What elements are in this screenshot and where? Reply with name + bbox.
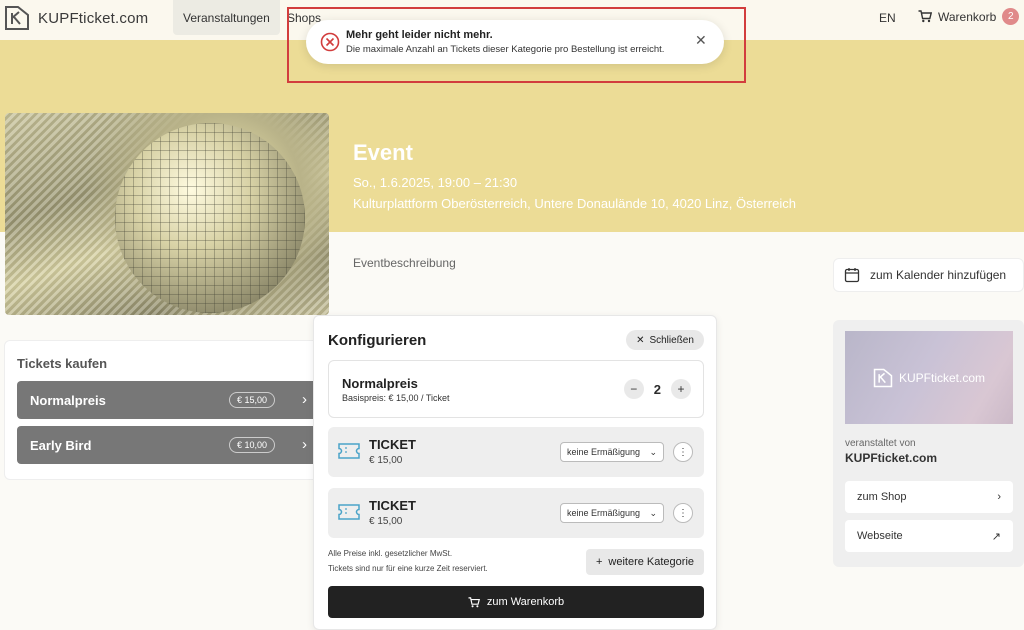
- add-to-calendar-button[interactable]: zum Kalender hinzufügen: [833, 258, 1024, 292]
- cart-count-badge: 2: [1002, 8, 1020, 25]
- language-switch[interactable]: EN: [879, 11, 896, 25]
- discount-select-value: keine Ermäßigung: [567, 447, 641, 457]
- buy-tickets-card: Tickets kaufen Normalpreis € 15,00 › Ear…: [4, 340, 322, 480]
- add-to-calendar-label: zum Kalender hinzufügen: [870, 268, 1007, 282]
- brand-name: KUPFticket.com: [38, 9, 149, 27]
- selected-category-box: Normalpreis Basispreis: € 15,00 / Ticket…: [328, 360, 704, 418]
- close-icon: ✕: [636, 334, 645, 346]
- ticket-price: € 15,00: [369, 455, 403, 466]
- kupf-logo-icon: [5, 6, 29, 30]
- website-link[interactable]: Webseite ↗: [845, 520, 1013, 552]
- add-category-label: weitere Kategorie: [608, 556, 695, 568]
- organizer-name: KUPFticket.com: [845, 451, 938, 465]
- quantity-stepper: − 2 +: [623, 379, 691, 399]
- organizer-image-brand: KUPFticket.com: [898, 370, 985, 385]
- event-date: So., 1.6.2025, 19:00 – 21:30: [353, 175, 518, 190]
- chevron-down-icon: ⌄: [649, 507, 657, 518]
- kupf-logo-icon: [873, 368, 893, 387]
- cart-button[interactable]: Warenkorb 2: [918, 8, 1020, 25]
- ticket-icon: [338, 443, 360, 459]
- organizer-image: KUPFticket.com: [845, 331, 1013, 424]
- ticket-category-price: € 15,00: [228, 392, 275, 408]
- ticket-name: TICKET: [369, 437, 416, 452]
- nav-tab-veranstaltungen[interactable]: Veranstaltungen: [173, 0, 280, 35]
- reservation-note: Tickets sind nur für eine kurze Zeit res…: [328, 564, 488, 573]
- add-category-button[interactable]: + weitere Kategorie: [586, 549, 704, 575]
- chevron-right-icon: ›: [302, 391, 307, 408]
- ticket-item: TICKET € 15,00 keine Ermäßigung ⌄ ⋮: [328, 488, 704, 538]
- tax-note: Alle Preise inkl. gesetzlicher MwSt.: [328, 549, 453, 558]
- discount-select[interactable]: keine Ermäßigung ⌄: [560, 503, 664, 523]
- close-panel-button[interactable]: ✕ Schließen: [626, 330, 704, 350]
- shop-link-label: zum Shop: [857, 491, 907, 503]
- quantity-value: 2: [653, 381, 661, 397]
- chevron-down-icon: ⌄: [649, 446, 657, 457]
- plus-icon: +: [595, 556, 603, 568]
- discount-select[interactable]: keine Ermäßigung ⌄: [560, 442, 664, 462]
- ticket-item: TICKET € 15,00 keine Ermäßigung ⌄ ⋮: [328, 427, 704, 477]
- close-label: Schließen: [649, 334, 694, 346]
- buy-tickets-title: Tickets kaufen: [17, 356, 108, 371]
- chevron-right-icon: ›: [997, 491, 1001, 503]
- ticket-category-name: Early Bird: [30, 437, 92, 453]
- brand-logo[interactable]: KUPFticket.com: [4, 5, 148, 31]
- configure-panel: Konfigurieren ✕ Schließen Normalpreis Ba…: [313, 315, 717, 630]
- more-options-button[interactable]: ⋮: [673, 442, 693, 462]
- to-cart-button[interactable]: zum Warenkorb: [328, 586, 704, 618]
- cart-icon: [468, 596, 480, 607]
- event-description-label: Eventbeschreibung: [353, 256, 456, 270]
- external-link-icon: ↗: [991, 530, 1001, 543]
- organizer-card: KUPFticket.com veranstaltet von KUPFtick…: [833, 320, 1024, 567]
- event-location: Kulturplattform Oberösterreich, Untere D…: [353, 196, 796, 211]
- ticket-icon: [338, 504, 360, 520]
- selected-category-name: Normalpreis: [342, 376, 418, 391]
- website-link-label: Webseite: [857, 530, 903, 542]
- ticket-price: € 15,00: [369, 516, 403, 527]
- disco-ball-graphic: [115, 123, 305, 313]
- ticket-category-name: Normalpreis: [30, 392, 106, 408]
- event-image: [5, 113, 329, 315]
- cart-label: Warenkorb: [938, 9, 997, 24]
- chevron-right-icon: ›: [302, 436, 307, 453]
- base-price: Basispreis: € 15,00 / Ticket: [342, 393, 450, 403]
- highlight-outline: [287, 7, 746, 83]
- ticket-name: TICKET: [369, 498, 416, 513]
- discount-select-value: keine Ermäßigung: [567, 508, 641, 518]
- configure-title: Konfigurieren: [328, 332, 427, 349]
- ticket-category-price: € 10,00: [228, 437, 275, 453]
- increase-quantity-button[interactable]: +: [671, 379, 691, 399]
- ticket-category-early-bird[interactable]: Early Bird € 10,00 ›: [17, 426, 317, 464]
- ticket-category-normalpreis[interactable]: Normalpreis € 15,00 ›: [17, 381, 317, 419]
- shop-link[interactable]: zum Shop ›: [845, 481, 1013, 513]
- more-options-button[interactable]: ⋮: [673, 503, 693, 523]
- calendar-icon: [844, 268, 860, 283]
- decrease-quantity-button[interactable]: −: [623, 379, 644, 399]
- cart-icon: [918, 10, 932, 23]
- to-cart-label: zum Warenkorb: [486, 596, 565, 608]
- event-title: Event: [353, 140, 413, 165]
- organizer-label: veranstaltet von: [845, 438, 916, 449]
